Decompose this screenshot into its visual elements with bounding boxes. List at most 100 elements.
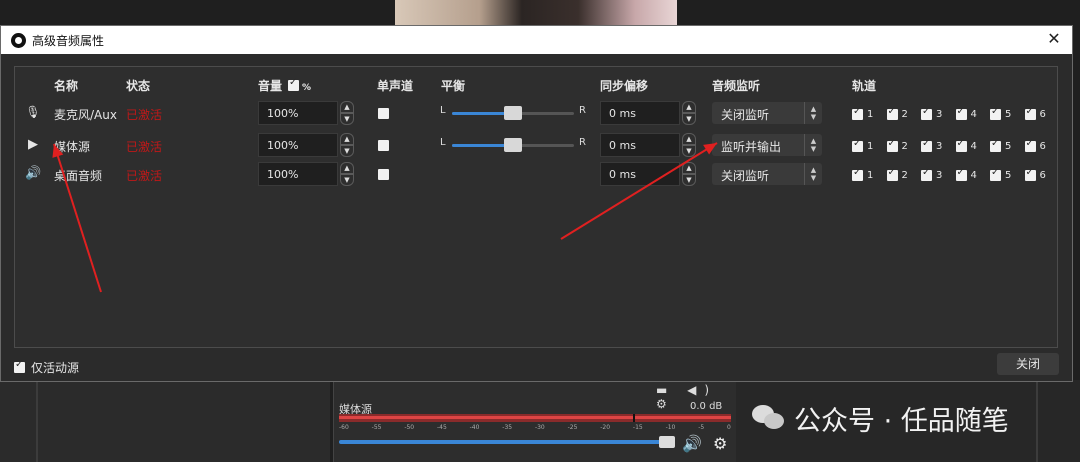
track-checkbox-1[interactable]: 1: [852, 106, 874, 121]
source-name: 桌面音频: [54, 169, 103, 183]
mixer-scale-tick: -40: [469, 424, 480, 431]
monitoring-selected-value: 监听并输出: [721, 140, 782, 154]
track-checkbox-1[interactable]: 1: [852, 138, 873, 153]
gear-icon[interactable]: ⚙: [713, 434, 727, 453]
speaker-icon[interactable]: 🔊: [682, 434, 702, 453]
volume-stepper[interactable]: ▲ ▼: [340, 133, 354, 157]
checkbox-box[interactable]: [955, 106, 967, 120]
chevron-down-icon[interactable]: ▼: [340, 145, 354, 157]
track-number: 1: [867, 108, 874, 120]
balance-left-label: L: [440, 105, 446, 116]
balance-slider[interactable]: LR: [440, 135, 590, 155]
checkbox-box[interactable]: [955, 138, 967, 152]
chevron-up-icon[interactable]: ▲: [340, 133, 354, 145]
sync-offset-input[interactable]: 0 ms: [600, 162, 680, 186]
track-checkbox-3[interactable]: 3: [921, 167, 942, 182]
track-number: 5: [1005, 108, 1012, 120]
checkbox-box[interactable]: [990, 106, 1001, 120]
chevron-up-icon[interactable]: ▲: [682, 133, 696, 145]
checkbox-box[interactable]: [921, 106, 932, 120]
volume-input[interactable]: 100%: [258, 162, 338, 186]
track-checkbox-1[interactable]: 1: [852, 167, 873, 182]
track-checkbox-3[interactable]: 3: [921, 106, 942, 121]
active-sources-only-checkbox[interactable]: 仅活动源: [14, 359, 79, 376]
dropdown-chevron-icon[interactable]: ▲ ▼: [804, 102, 822, 124]
chevron-up-icon[interactable]: ▲: [340, 162, 354, 174]
chevron-down-icon[interactable]: ▼: [340, 174, 354, 186]
column-header-balance: 平衡: [441, 79, 466, 93]
checkbox-box[interactable]: [1024, 106, 1036, 120]
volume-percent-checkbox[interactable]: [288, 77, 300, 91]
volume-input[interactable]: 100%: [258, 101, 338, 125]
chevron-down-icon[interactable]: ▼: [340, 113, 354, 125]
volume-stepper[interactable]: ▲ ▼: [340, 162, 354, 186]
checkbox-box[interactable]: [852, 138, 863, 152]
monitoring-dropdown[interactable]: 关闭监听 ▲ ▼: [712, 163, 822, 185]
balance-slider-knob[interactable]: [504, 106, 522, 120]
checkbox-box[interactable]: [990, 138, 1001, 152]
track-checkbox-2[interactable]: 2: [886, 106, 908, 121]
sync-offset-stepper[interactable]: ▲ ▼: [682, 162, 696, 186]
track-checkbox-3[interactable]: 3: [921, 138, 942, 153]
monitoring-dropdown[interactable]: 关闭监听 ▲ ▼: [712, 102, 822, 124]
checkbox-box[interactable]: [14, 359, 25, 373]
volume-input[interactable]: 100%: [258, 133, 338, 157]
checkbox-box[interactable]: [955, 167, 967, 181]
chevron-up-icon[interactable]: ▲: [682, 101, 696, 113]
close-button[interactable]: 关闭: [997, 353, 1059, 375]
watermark-text: 公众号 · 任品随笔: [794, 405, 1009, 437]
checkbox-box[interactable]: [921, 167, 932, 181]
sync-offset-stepper[interactable]: ▲ ▼: [682, 101, 696, 125]
track-checkbox-6[interactable]: 6: [1024, 167, 1046, 182]
dropdown-chevron-icon[interactable]: ▲ ▼: [804, 134, 822, 156]
track-checkbox-4[interactable]: 4: [955, 106, 977, 121]
checkbox-box[interactable]: [886, 106, 898, 120]
track-checkbox-5[interactable]: 5: [990, 167, 1011, 182]
track-checkbox-6[interactable]: 6: [1024, 106, 1046, 121]
checkbox-box[interactable]: [886, 138, 898, 152]
mono-checkbox[interactable]: [378, 169, 389, 180]
mixer-scale-tick: -10: [665, 424, 676, 431]
balance-slider[interactable]: LR: [440, 103, 590, 123]
microphone-icon: 🎙: [25, 105, 41, 119]
mixer-meter-scale: -60 -55 -50 -45 -40 -35 -30 -25 -20 -15 -10 -5 0: [339, 424, 731, 434]
track-checkbox-6[interactable]: 6: [1024, 138, 1046, 153]
dropdown-chevron-icon[interactable]: ▲ ▼: [804, 163, 822, 185]
mixer-header-icons[interactable]: ▬ ◀) ⚙: [656, 383, 730, 411]
sync-offset-input[interactable]: 0 ms: [600, 133, 680, 157]
chevron-down-icon[interactable]: ▼: [682, 145, 696, 157]
track-checkbox-5[interactable]: 5: [990, 106, 1012, 121]
dialog-title: 高级音频属性: [32, 33, 105, 48]
track-checkbox-4[interactable]: 4: [955, 138, 977, 153]
mixer-volume-fader[interactable]: [339, 436, 675, 448]
checkbox-box[interactable]: [921, 138, 932, 152]
volume-stepper[interactable]: ▲ ▼: [340, 101, 354, 125]
track-checkbox-2[interactable]: 2: [886, 167, 908, 182]
track-checkbox-4[interactable]: 4: [955, 167, 977, 182]
volume-value: 100%: [267, 107, 299, 120]
mono-checkbox[interactable]: [378, 108, 389, 119]
checkbox-box[interactable]: [1024, 167, 1036, 181]
balance-slider-knob[interactable]: [504, 138, 522, 152]
chevron-up-icon[interactable]: ▲: [340, 101, 354, 113]
mixer-mute-and-settings[interactable]: 🔊 ⚙: [682, 434, 727, 453]
chevron-down-icon[interactable]: ▼: [682, 113, 696, 125]
mixer-fader-knob[interactable]: [659, 436, 675, 448]
checkbox-box[interactable]: [886, 167, 898, 181]
sync-offset-stepper[interactable]: ▲ ▼: [682, 133, 696, 157]
chevron-up-icon[interactable]: ▲: [682, 162, 696, 174]
checkbox-box[interactable]: [1024, 138, 1036, 152]
chevron-down-icon[interactable]: ▼: [682, 174, 696, 186]
checkbox-box[interactable]: [990, 167, 1001, 181]
close-icon[interactable]: ✕: [1044, 29, 1064, 49]
track-number: 4: [970, 140, 977, 152]
source-row: 🔊桌面音频已激活100%▲▼0 ms▲▼关闭监听▲▼123456: [15, 160, 1057, 188]
checkbox-box[interactable]: [852, 106, 863, 120]
checkbox-box[interactable]: [852, 167, 863, 181]
track-checkbox-2[interactable]: 2: [886, 138, 908, 153]
track-number: 5: [1005, 140, 1012, 152]
sync-offset-input[interactable]: 0 ms: [600, 101, 680, 125]
mono-checkbox[interactable]: [378, 140, 389, 151]
track-checkbox-5[interactable]: 5: [990, 138, 1012, 153]
monitoring-dropdown[interactable]: 监听并输出 ▲ ▼: [712, 134, 822, 156]
